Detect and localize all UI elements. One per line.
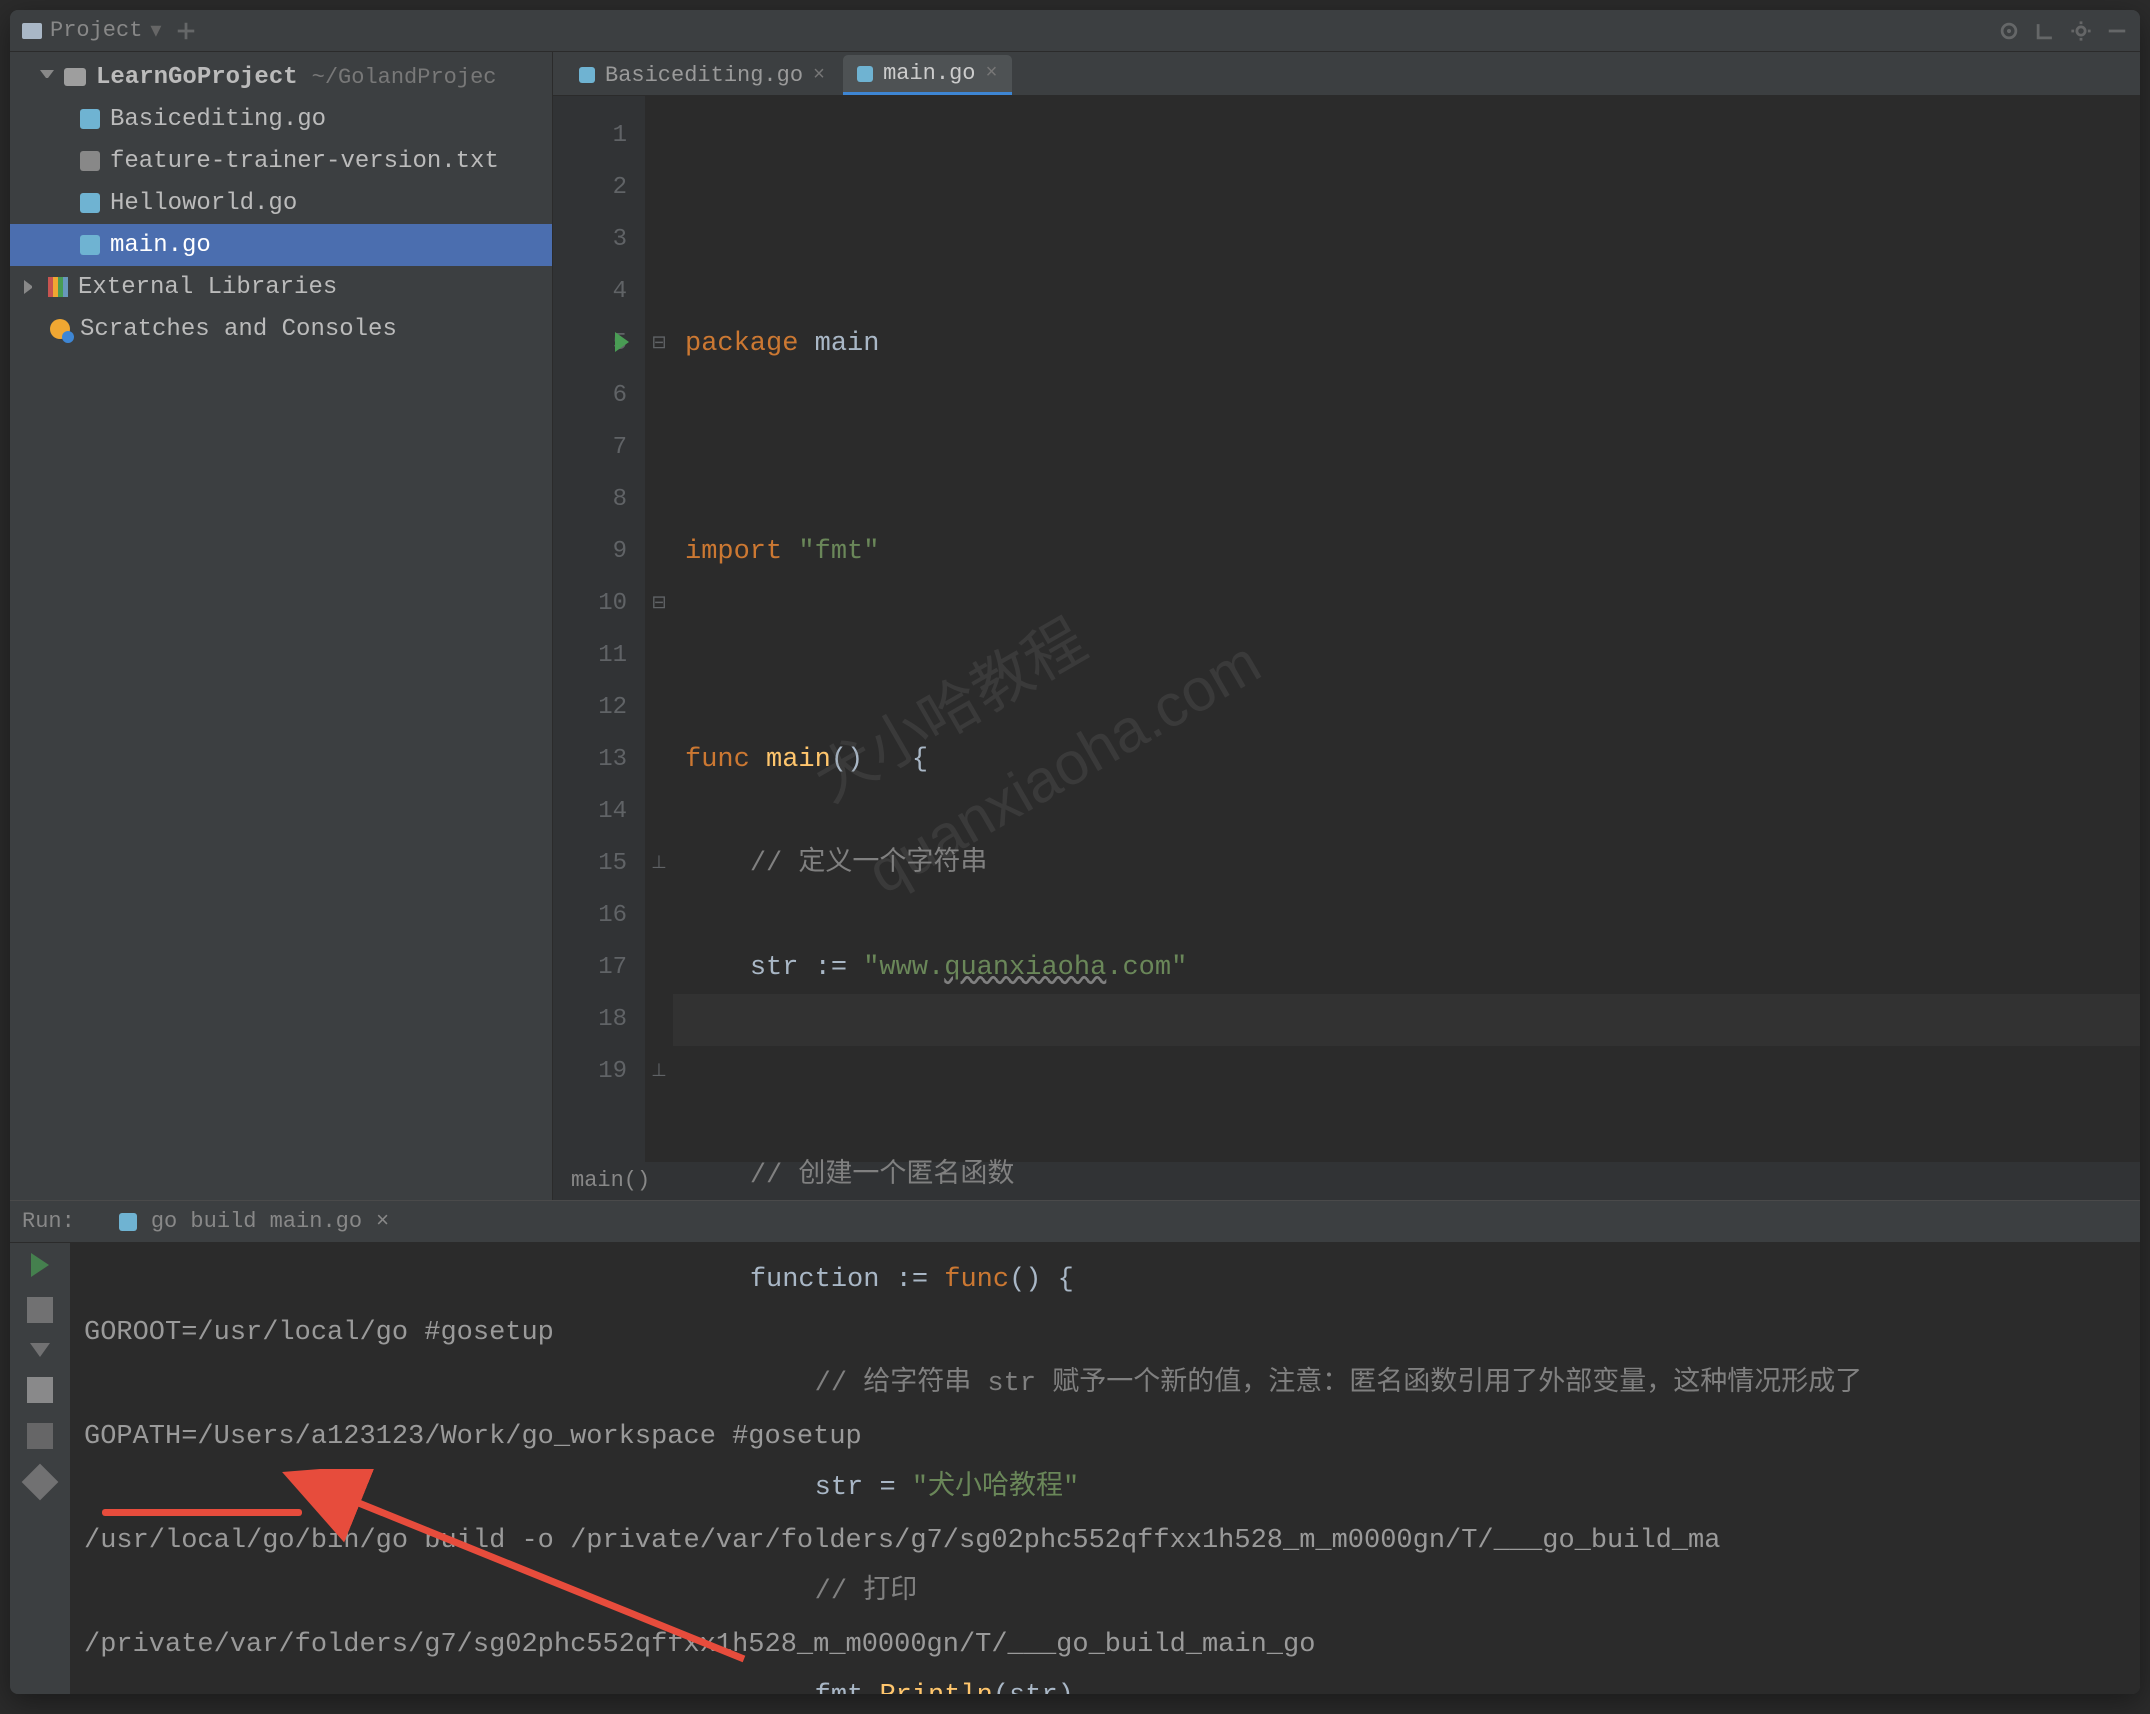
editor-panel: Basicediting.go × main.go × 123456789101… <box>553 52 2140 1200</box>
external-label: External Libraries <box>78 274 337 301</box>
close-icon[interactable]: × <box>813 64 825 87</box>
breadcrumb-item: main() <box>571 1168 650 1193</box>
tab-label: main.go <box>883 61 975 86</box>
tab-label: Basicediting.go <box>605 63 803 88</box>
chevron-right-icon[interactable] <box>24 280 38 294</box>
locate-icon[interactable] <box>1998 20 2020 42</box>
project-path: ~/GolandProjec <box>312 65 497 90</box>
tree-root[interactable]: LearnGoProject ~/GolandProjec <box>10 56 552 98</box>
close-icon[interactable]: × <box>985 62 997 85</box>
rerun-icon[interactable] <box>31 1253 49 1277</box>
tree-file[interactable]: Helloworld.go <box>10 182 552 224</box>
down-icon[interactable] <box>30 1343 50 1357</box>
collapse-icon[interactable] <box>175 20 197 42</box>
close-icon[interactable]: × <box>376 1209 389 1234</box>
code-body[interactable]: package main import "fmt" func main() { … <box>673 96 2140 1162</box>
trash-icon[interactable] <box>27 1377 53 1403</box>
tree-file[interactable]: feature-trainer-version.txt <box>10 140 552 182</box>
line-gutter[interactable]: 12345678910111213141516171819 <box>553 96 645 1162</box>
tree-file[interactable]: Basicediting.go <box>10 98 552 140</box>
editor-tabs: Basicediting.go × main.go × <box>553 52 2140 96</box>
project-label: Project <box>50 18 142 43</box>
text-file-icon <box>80 151 100 171</box>
chevron-down-icon[interactable] <box>40 70 54 84</box>
gear-icon[interactable] <box>2070 20 2092 42</box>
main-area: LearnGoProject ~/GolandProjec Basicediti… <box>10 52 2140 1694</box>
scratches[interactable]: Scratches and Consoles <box>10 308 552 350</box>
project-name: LearnGoProject <box>96 64 298 91</box>
folder-icon <box>64 68 86 86</box>
go-file-icon <box>579 67 595 83</box>
file-name: Basicediting.go <box>110 106 326 133</box>
expand-icon[interactable] <box>2034 20 2056 42</box>
fold-column[interactable]: ⊟ ⊟ ⊥ ⊥ <box>645 96 673 1162</box>
folder-icon <box>22 23 42 39</box>
run-gutter-icon[interactable] <box>615 332 629 352</box>
project-toolbar: Project ▾ <box>10 10 2140 52</box>
go-file-icon <box>119 1213 137 1231</box>
scratches-icon <box>50 319 70 339</box>
run-config-name[interactable]: go build main.go <box>151 1209 362 1234</box>
go-file-icon <box>80 193 100 213</box>
pin-icon[interactable] <box>22 1464 59 1501</box>
go-file-icon <box>857 66 873 82</box>
annotation-underline <box>102 1509 302 1516</box>
code-area[interactable]: 12345678910111213141516171819 ⊟ ⊟ ⊥ ⊥ <box>553 96 2140 1162</box>
editor-tab-active[interactable]: main.go × <box>843 55 1011 95</box>
ide-window: Project ▾ LearnGoProject ~/GolandProjec <box>10 10 2140 1694</box>
file-name: Helloworld.go <box>110 190 297 217</box>
chevron-down-icon: ▾ <box>150 18 161 44</box>
file-name: main.go <box>110 232 211 259</box>
project-selector[interactable]: Project ▾ <box>22 18 161 44</box>
go-file-icon <box>80 235 100 255</box>
tree-file-selected[interactable]: main.go <box>10 224 552 266</box>
file-name: feature-trainer-version.txt <box>110 148 499 175</box>
hide-icon[interactable] <box>2106 20 2128 42</box>
run-side-toolbar <box>10 1243 70 1694</box>
editor-tab[interactable]: Basicediting.go × <box>565 55 839 95</box>
layout-icon[interactable] <box>27 1423 53 1449</box>
library-icon <box>48 277 68 297</box>
project-tree[interactable]: LearnGoProject ~/GolandProjec Basicediti… <box>10 52 553 1200</box>
scratches-label: Scratches and Consoles <box>80 316 397 343</box>
external-libraries[interactable]: External Libraries <box>10 266 552 308</box>
run-label: Run: <box>22 1209 75 1234</box>
stop-icon[interactable] <box>27 1297 53 1323</box>
go-file-icon <box>80 109 100 129</box>
upper-split: LearnGoProject ~/GolandProjec Basicediti… <box>10 52 2140 1200</box>
